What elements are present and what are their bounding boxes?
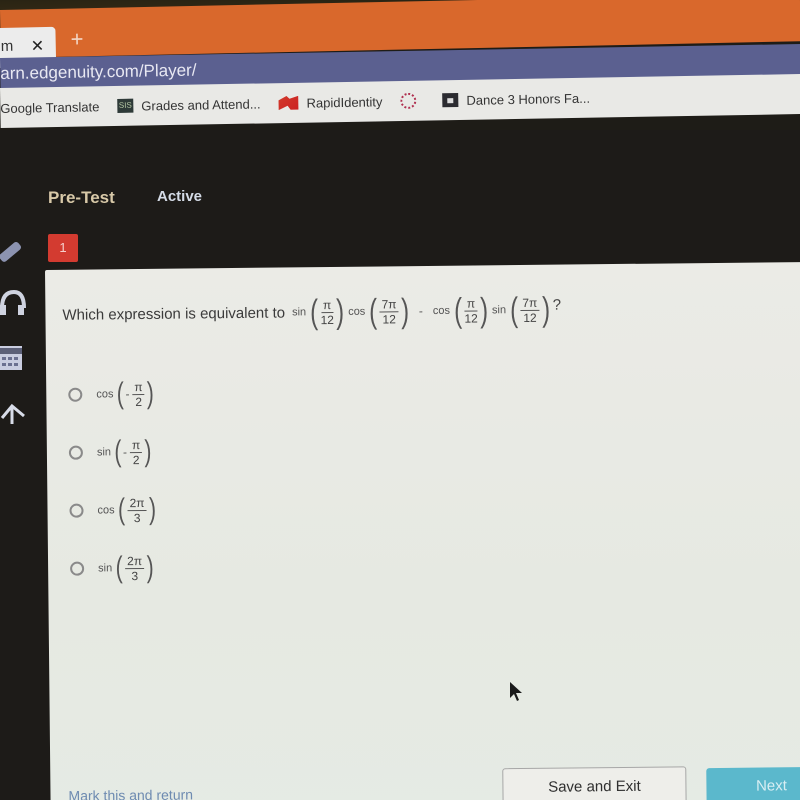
fraction: 7π 12 [379, 296, 399, 326]
question-number-badge[interactable]: 1 [48, 234, 78, 262]
trig-function: sin [96, 446, 112, 459]
arrow-up-icon[interactable] [0, 396, 30, 426]
fraction: π2 [132, 379, 145, 409]
sign: - [122, 445, 128, 460]
answer-option[interactable]: cos ( 2π 3 ) [69, 481, 158, 540]
save-and-exit-button[interactable]: Save and Exit [502, 766, 687, 800]
trig-function: cos [432, 304, 451, 317]
right-paren: ) [336, 292, 345, 331]
denominator: 12 [523, 310, 537, 325]
denominator: 12 [320, 312, 334, 327]
bookmark-dance[interactable]: Dance 3 Honors Fa... [442, 90, 590, 108]
radio-button[interactable] [69, 503, 84, 518]
left-paren: ( [309, 293, 318, 332]
radio-button[interactable] [68, 387, 83, 402]
trig-function: sin [292, 306, 307, 319]
numerator: π [320, 297, 334, 313]
new-tab-button[interactable]: + [70, 26, 83, 51]
denominator: 2 [132, 452, 140, 467]
pencil-icon[interactable] [0, 236, 30, 266]
numerator: π [464, 295, 478, 312]
question-prompt: Which expression is equivalent to sin ( … [62, 290, 562, 332]
left-paren: ( [117, 493, 126, 527]
close-icon[interactable]: ✕ [31, 36, 45, 56]
left-paren: ( [368, 292, 378, 331]
trig-function: sin [98, 562, 113, 575]
status-label: Active [157, 188, 203, 205]
right-paren: ) [144, 434, 152, 468]
mark-and-return-link[interactable]: Mark this and return [68, 786, 193, 800]
activity-title: Pre-Test [48, 188, 115, 207]
question-mark: ? [552, 296, 562, 314]
left-paren: ( [509, 291, 518, 330]
dotted-circle-icon [400, 92, 417, 110]
classroom-icon [442, 93, 459, 108]
minus-sign: - [418, 304, 423, 319]
right-paren: ) [541, 290, 551, 329]
numerator: 2π [127, 495, 147, 511]
headphones-icon[interactable] [0, 288, 30, 318]
right-paren: ) [146, 550, 154, 584]
bookmark-label: Grades and Attend... [141, 95, 261, 114]
answer-expression: sin ( 2π 3 ) [96, 550, 155, 585]
answer-expression: cos ( - π2 ) [94, 376, 156, 411]
trig-function: cos [97, 504, 115, 517]
bookmark-label: RapidIdentity [306, 93, 383, 111]
denominator: 2 [135, 394, 143, 409]
answer-option[interactable]: cos ( - π2 ) [68, 365, 157, 424]
answer-expression: sin ( - π2 ) [95, 434, 154, 469]
numerator: 7π [379, 296, 399, 312]
denominator: 3 [131, 568, 139, 583]
answer-option[interactable]: sin ( - π2 ) [68, 423, 158, 482]
fraction: 2π 3 [125, 553, 145, 583]
left-paren: ( [453, 291, 462, 330]
question-panel: Which expression is equivalent to sin ( … [45, 261, 800, 800]
screen: m ✕ + arn.edgenuity.com/Player/ Google T… [0, 0, 800, 800]
fraction: 7π 12 [520, 295, 540, 325]
bookmark-label: Dance 3 Honors Fa... [466, 90, 591, 108]
fraction: 2π 3 [127, 495, 147, 525]
right-paren: ) [480, 291, 489, 330]
bookmark-google-translate[interactable]: Google Translate [0, 99, 99, 116]
bookmark-circle[interactable] [400, 92, 424, 110]
bookmark-label: Google Translate [0, 98, 100, 116]
radio-button[interactable] [68, 445, 83, 460]
next-button[interactable]: Next [706, 766, 800, 800]
left-paren: ( [116, 377, 125, 411]
left-paren: ( [115, 551, 123, 585]
rapididentity-icon [278, 96, 298, 110]
denominator: 3 [133, 510, 141, 525]
right-paren: ) [401, 292, 410, 331]
fraction: π 12 [320, 297, 334, 327]
grades-icon: SIS [117, 98, 134, 113]
answer-expression: cos ( 2π 3 ) [95, 492, 157, 527]
fraction: π 12 [464, 295, 478, 326]
fraction: π2 [129, 437, 143, 467]
bookmark-grades[interactable]: SIS Grades and Attend... [117, 95, 261, 114]
numerator: π [129, 437, 143, 453]
right-paren: ) [148, 492, 157, 526]
radio-button[interactable] [70, 561, 85, 576]
sign: - [125, 387, 130, 402]
answer-options: cos ( - π2 ) sin ( - π2 ) cos (2π 3) s… [68, 365, 159, 598]
answer-option[interactable]: sin ( 2π 3 ) [70, 539, 159, 598]
denominator: 12 [464, 310, 478, 326]
trig-function: sin [491, 304, 507, 317]
calculator-icon[interactable] [0, 343, 30, 373]
question-text: Which expression is equivalent to [62, 303, 286, 324]
left-paren: ( [114, 435, 122, 469]
url-text[interactable]: arn.edgenuity.com/Player/ [0, 61, 197, 84]
trig-function: cos [348, 305, 366, 318]
right-paren: ) [147, 376, 155, 410]
trig-function: cos [96, 388, 114, 401]
numerator: π [132, 379, 145, 395]
numerator: 2π [125, 553, 145, 569]
tab-title: m [0, 37, 14, 55]
numerator: 7π [520, 295, 540, 311]
bookmark-rapididentity[interactable]: RapidIdentity [278, 93, 383, 111]
denominator: 12 [382, 311, 396, 326]
